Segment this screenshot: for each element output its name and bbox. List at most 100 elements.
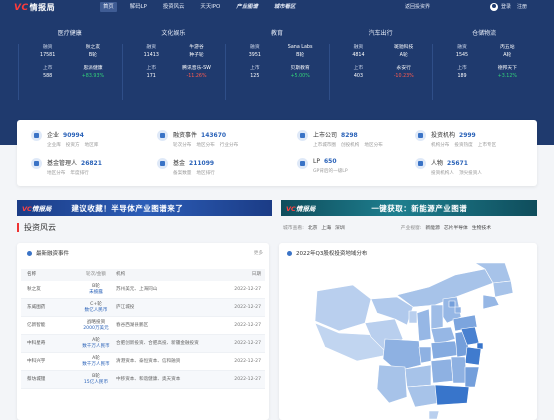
nav-item[interactable]: 首页	[100, 2, 117, 12]
map-region[interactable]	[406, 384, 440, 408]
stat-name[interactable]: LP 650	[313, 158, 353, 165]
stat-name[interactable]: 基金管理人 26821	[47, 158, 102, 167]
latest-funded-company[interactable]: 秋之友	[70, 44, 115, 52]
table-row[interactable]: 秋之友 B轮 未披露 苏州美元、上海同山 2022-12-27	[21, 281, 265, 299]
table-row[interactable]: 中科星奇 A轮 数千万人民币 合肥创新投资、合肥高投、新疆金融投资 2022-12-27	[21, 335, 265, 353]
funding-count[interactable]: 17581	[25, 52, 70, 60]
nav-item[interactable]: 投资风云	[160, 2, 188, 12]
nav-item[interactable]: 城市看区	[271, 2, 299, 12]
stat-link[interactable]: 地区排行	[196, 171, 214, 176]
latest-funded-company[interactable]: Sana Labs	[277, 44, 322, 52]
map-region[interactable]	[430, 304, 444, 330]
map-region[interactable]	[448, 300, 456, 308]
sector-title[interactable]: 仓储物流	[432, 30, 536, 44]
map-region[interactable]	[454, 306, 462, 314]
funding-count[interactable]: 11413	[129, 52, 174, 60]
stat-link[interactable]: 企业库	[47, 143, 61, 148]
ipo-count[interactable]: 403	[336, 73, 381, 81]
table-row[interactable]: 中科兴宇 A轮 数千万人民币 清港资本、泰恒资本、信和融资 2022-12-27	[21, 353, 265, 371]
stat-link[interactable]: 上市专区	[478, 143, 496, 148]
stat-link[interactable]: 地区分布	[47, 171, 65, 176]
user-avatar-icon[interactable]	[490, 3, 498, 11]
map-region[interactable]	[464, 346, 482, 366]
stat-8[interactable]: 人物 25671 投资机构人 顶尖投资人	[415, 158, 487, 176]
company-name[interactable]: 东威图药	[21, 305, 76, 311]
sector-card[interactable]: 医疗健康 融资 17581 秋之友 B轮 上市 588 思派健康 +83.93%	[18, 30, 122, 108]
stat-link[interactable]: 机构分布	[431, 143, 449, 148]
map-region[interactable]	[314, 284, 372, 332]
investors[interactable]: 合肥创新投资、合肥高投、新疆金融投资	[116, 341, 216, 347]
stat-link[interactable]: 地区分布	[196, 143, 214, 148]
investors[interactable]: 中移资本、和谐健康、奥天资本	[116, 377, 216, 383]
investors[interactable]: 清港资本、泰恒资本、信和融资	[116, 359, 216, 365]
company-name[interactable]: 蔡坊城锂	[21, 377, 76, 383]
sector-title[interactable]: 教育	[225, 30, 329, 44]
industry-option[interactable]: 生物技术	[472, 224, 491, 231]
stat-7[interactable]: LP 650 GP背后的一级LP	[297, 158, 353, 174]
city-option[interactable]: 北京	[308, 224, 318, 231]
stat-name[interactable]: 投资机构 2999	[431, 130, 501, 139]
stat-link[interactable]: 上市城市圈	[313, 143, 336, 148]
sector-title[interactable]: 文化娱乐	[122, 30, 226, 44]
stat-link[interactable]: 投资方	[66, 143, 80, 148]
map-region[interactable]	[428, 410, 440, 420]
industry-option[interactable]: 新能源	[425, 224, 439, 231]
table-row[interactable]: 亿新智能 战略投资 2000万美元 春谷西湖县鹏区 2022-12-27	[21, 317, 265, 335]
stat-name[interactable]: 企业 90994	[47, 130, 103, 139]
back-to-portal-link[interactable]: 返回投资界	[405, 2, 430, 12]
company-name[interactable]: 秋之友	[21, 287, 76, 293]
investors[interactable]: 春谷西湖县鹏区	[116, 323, 216, 329]
map-region[interactable]	[476, 342, 484, 350]
stat-6[interactable]: 基金 211099 备案数量 地区排行	[157, 158, 220, 176]
stat-name[interactable]: 上市公司 8298	[313, 130, 388, 139]
map-region[interactable]	[408, 310, 418, 324]
stat-link[interactable]: 地区分布	[364, 143, 382, 148]
industry-option[interactable]: 芯片半导体	[444, 224, 468, 231]
nav-item[interactable]: 天天IPO	[197, 2, 223, 12]
map-region[interactable]	[482, 294, 500, 310]
map-region[interactable]	[416, 308, 432, 342]
latest-ipo-company[interactable]: 永安行	[381, 65, 426, 73]
latest-ipo-company[interactable]: 腾讯音乐-SW	[174, 65, 219, 73]
latest-ipo-company[interactable]: 贝斯教育	[277, 65, 322, 73]
stat-link[interactable]: 轮次分布	[173, 143, 191, 148]
stat-4[interactable]: 投资机构 2999 机构分布 投资热度 上市专区	[415, 130, 501, 148]
site-logo[interactable]: VC 情报局	[14, 2, 55, 13]
stat-5[interactable]: 基金管理人 26821 地区分布 年度排行	[31, 158, 102, 176]
company-name[interactable]: 中科兴宇	[21, 359, 76, 365]
sector-card[interactable]: 仓储物流 融资 1545 丙五站 A轮 上市 189 德邦天下 +3.12%	[432, 30, 536, 108]
map-region[interactable]	[434, 384, 470, 406]
ipo-count[interactable]: 189	[439, 73, 484, 81]
funding-count[interactable]: 4814	[336, 52, 381, 60]
sector-card[interactable]: 文化娱乐 融资 11413 牛游谷 种子轮 上市 171 腾讯音乐-SW -11.26%	[121, 30, 226, 108]
stat-link[interactable]: 投资机构人	[431, 171, 454, 176]
stat-link[interactable]: GP背后的一级LP	[313, 169, 348, 174]
login-link[interactable]: 登录	[501, 2, 511, 12]
stat-link[interactable]: 顶尖投资人	[459, 171, 482, 176]
ipo-count[interactable]: 588	[25, 73, 70, 81]
company-name[interactable]: 亿新智能	[21, 323, 76, 329]
table-row[interactable]: 蔡坊城锂 B轮 15亿人民币 中移资本、和谐健康、奥天资本 2022-12-27	[21, 371, 265, 389]
ipo-count[interactable]: 171	[129, 73, 174, 81]
sector-title[interactable]: 医疗健康	[18, 30, 122, 44]
latest-funded-company[interactable]: 斑驰科技	[381, 44, 426, 52]
latest-ipo-company[interactable]: 思派健康	[70, 65, 115, 73]
investors[interactable]: 苏州美元、上海同山	[116, 287, 216, 293]
stat-link[interactable]: 创投机构	[341, 143, 359, 148]
latest-funded-company[interactable]: 丙五站	[485, 44, 530, 52]
city-option[interactable]: 深圳	[335, 224, 345, 231]
ipo-count[interactable]: 125	[232, 73, 277, 81]
stat-name[interactable]: 人物 25671	[431, 158, 487, 167]
stat-link[interactable]: 年度排行	[70, 171, 88, 176]
map-region[interactable]	[404, 364, 432, 388]
stat-name[interactable]: 融资事件 143670	[173, 130, 243, 139]
map-region[interactable]	[418, 346, 432, 364]
more-link[interactable]: 更多	[254, 250, 263, 256]
company-name[interactable]: 中科星奇	[21, 341, 76, 347]
funding-count[interactable]: 1545	[439, 52, 484, 60]
table-row[interactable]: 东威图药 C+轮 数亿人民币 庐江城投 2022-12-27	[21, 299, 265, 317]
map-region[interactable]	[376, 364, 408, 404]
map-region[interactable]	[492, 280, 514, 298]
funding-count[interactable]: 3951	[232, 52, 277, 60]
stat-link[interactable]: 备案数量	[173, 171, 191, 176]
